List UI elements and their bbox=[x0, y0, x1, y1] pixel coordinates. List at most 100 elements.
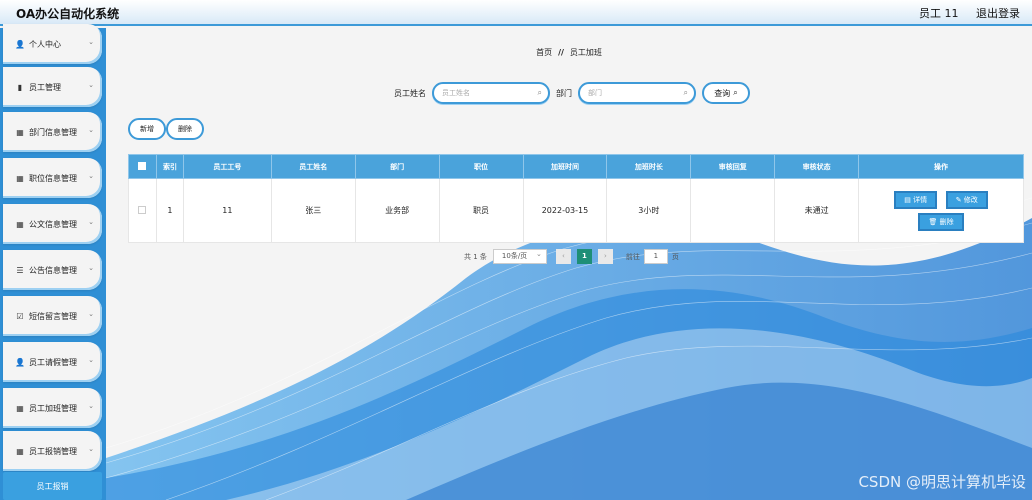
sidebar-item-leave[interactable]: 👤 员工请假管理 ⌄ bbox=[3, 342, 102, 382]
grid-icon: ▦ bbox=[16, 403, 24, 413]
cell-review-reply bbox=[690, 178, 776, 243]
cell-department: 业务部 bbox=[354, 178, 440, 243]
cell-overtime-duration: 3小时 bbox=[606, 178, 692, 243]
breadcrumb-separator: // bbox=[558, 48, 564, 57]
sidebar-subitem-reimbursement[interactable]: 员工报销 bbox=[3, 472, 102, 500]
sidebar-item-label: 公告信息管理 bbox=[29, 265, 77, 275]
column-header: 加班时长 bbox=[606, 154, 692, 179]
page-number-current[interactable]: 1 bbox=[576, 249, 592, 264]
chevron-down-icon: ⌄ bbox=[88, 310, 94, 318]
total-count: 共 1 条 bbox=[464, 252, 487, 261]
select-all-cell bbox=[128, 154, 157, 179]
column-header: 员工工号 bbox=[182, 154, 272, 179]
goto-page-input[interactable]: 1 bbox=[643, 249, 668, 264]
department-input[interactable]: 部门 ⌕ bbox=[578, 82, 696, 104]
prev-page-button[interactable]: ‹ bbox=[555, 249, 571, 264]
chevron-down-icon: ⌄ bbox=[88, 218, 94, 226]
column-header: 职位 bbox=[438, 154, 524, 179]
sidebar-item-notice[interactable]: ☰ 公告信息管理 ⌄ bbox=[3, 250, 102, 290]
detail-button-label: 详情 bbox=[913, 195, 928, 204]
sidebar-item-message[interactable]: ☑ 短信留言管理 ⌄ bbox=[3, 296, 102, 336]
sidebar-item-label: 短信留言管理 bbox=[29, 311, 77, 321]
cell-position: 职员 bbox=[438, 178, 524, 243]
page-suffix: 页 bbox=[671, 252, 679, 261]
query-button[interactable]: 查询 ⌕ bbox=[702, 82, 750, 104]
cell-employee-no: 11 bbox=[182, 178, 272, 243]
sidebar-item-label: 部门信息管理 bbox=[29, 127, 77, 137]
sidebar-item-label: 个人中心 bbox=[29, 39, 61, 49]
breadcrumb: 首页 // 员工加班 bbox=[106, 47, 1032, 58]
next-page-button[interactable]: › bbox=[597, 249, 613, 264]
user-area: 员工 11 退出登录 bbox=[905, 5, 1020, 21]
sidebar-item-personal-center[interactable]: 👤 个人中心 ⌄ bbox=[3, 24, 102, 64]
column-header: 审核状态 bbox=[774, 154, 860, 179]
detail-button[interactable]: ▤ 详情 bbox=[894, 190, 938, 209]
sidebar-item-position[interactable]: ▦ 职位信息管理 ⌄ bbox=[3, 158, 102, 198]
chevron-down-icon: ⌄ bbox=[88, 38, 94, 46]
column-header: 操作 bbox=[858, 154, 1024, 179]
row-delete-button[interactable]: 🗑 删除 bbox=[918, 212, 964, 231]
grid-icon: ▦ bbox=[16, 219, 24, 229]
chevron-down-icon: ⌄ bbox=[88, 356, 94, 364]
edit-button[interactable]: ✎ 修改 bbox=[945, 190, 988, 209]
logout-link[interactable]: 退出登录 bbox=[976, 7, 1020, 20]
grid-icon: ▦ bbox=[16, 446, 24, 456]
sidebar-item-label: 职位信息管理 bbox=[29, 173, 77, 183]
search-bar: 员工姓名 员工姓名 ⌕ 部门 部门 ⌕ 查询 ⌕ bbox=[394, 82, 750, 104]
column-header: 部门 bbox=[354, 154, 440, 179]
sidebar-item-label: 员工加班管理 bbox=[29, 403, 77, 413]
overtime-table: 索引 员工工号 员工姓名 部门 职位 加班时间 加班时长 审核回复 审核状态 操… bbox=[128, 154, 1024, 243]
column-header: 员工姓名 bbox=[270, 154, 356, 179]
app-title: OA办公自动化系统 bbox=[16, 7, 120, 21]
sidebar-item-label: 员工管理 bbox=[29, 82, 61, 92]
page-size-select[interactable]: 10条/页 bbox=[492, 248, 547, 264]
trash-icon: 🗑 bbox=[928, 217, 940, 226]
user-icon: 👤 bbox=[15, 357, 25, 367]
sidebar-item-label: 公文信息管理 bbox=[29, 219, 77, 229]
goto-label: 前往 bbox=[625, 252, 640, 261]
watermark: CSDN @明思计算机毕设 bbox=[858, 473, 1026, 491]
pagination: 共 1 条 10条/页 ‹ 1 › 前往 1 页 bbox=[464, 248, 679, 264]
table-header-row: 索引 员工工号 员工姓名 部门 职位 加班时间 加班时长 审核回复 审核状态 操… bbox=[128, 154, 1024, 179]
row-delete-button-label: 删除 bbox=[939, 217, 954, 226]
department-placeholder: 部门 bbox=[588, 89, 602, 97]
table-row: 1 11 张三 业务部 职员 2022-03-15 3小时 未通过 ▤ 详情 ✎… bbox=[128, 178, 1024, 243]
list-icon: ☰ bbox=[16, 265, 24, 275]
main-content: 首页//员工加班 员工姓名 员工姓名 ⌕ 部门 部门 ⌕ 查询 ⌕ 新增 删除 … bbox=[106, 28, 1032, 500]
add-button[interactable]: 新增 bbox=[128, 118, 166, 140]
search-icon: ⌕ bbox=[733, 88, 738, 97]
column-header: 索引 bbox=[155, 154, 184, 179]
top-header: OA办公自动化系统 员工 11 退出登录 bbox=[0, 0, 1032, 26]
sidebar-item-overtime[interactable]: ▦ 员工加班管理 ⌄ bbox=[3, 388, 102, 428]
employee-name-placeholder: 员工姓名 bbox=[442, 89, 470, 97]
chevron-down-icon: ⌄ bbox=[88, 81, 94, 89]
edit-icon: ✎ bbox=[955, 195, 964, 204]
breadcrumb-home[interactable]: 首页 bbox=[536, 48, 552, 57]
edit-button-label: 修改 bbox=[963, 195, 978, 204]
row-checkbox[interactable] bbox=[138, 205, 147, 214]
department-label: 部门 bbox=[556, 88, 572, 98]
query-button-label: 查询 bbox=[714, 88, 731, 98]
cell-actions: ▤ 详情 ✎ 修改 🗑 删除 bbox=[858, 178, 1024, 243]
sidebar-item-document[interactable]: ▦ 公文信息管理 ⌄ bbox=[3, 204, 102, 244]
chevron-down-icon: ⌄ bbox=[88, 172, 94, 180]
checkbox-icon: ☑ bbox=[16, 311, 24, 321]
chevron-down-icon: ⌄ bbox=[88, 264, 94, 272]
chevron-down-icon: ⌄ bbox=[88, 126, 94, 134]
sidebar: 👤 个人中心 ⌄ ▮ 员工管理 ⌄ ▦ 部门信息管理 ⌄ ▦ 职位信息管理 ⌄ … bbox=[0, 24, 106, 500]
search-icon: ⌕ bbox=[537, 88, 542, 97]
action-bar: 新增 删除 bbox=[128, 118, 204, 140]
row-select-cell bbox=[128, 178, 157, 243]
select-all-checkbox[interactable] bbox=[138, 161, 147, 170]
employee-name-input[interactable]: 员工姓名 ⌕ bbox=[432, 82, 550, 104]
current-user: 员工 11 bbox=[919, 7, 959, 20]
sidebar-item-employee[interactable]: ▮ 员工管理 ⌄ bbox=[3, 67, 102, 107]
breadcrumb-current: 员工加班 bbox=[569, 48, 602, 57]
sidebar-item-department[interactable]: ▦ 部门信息管理 ⌄ bbox=[3, 112, 102, 152]
grid-icon: ▦ bbox=[16, 173, 24, 183]
chevron-down-icon: ⌄ bbox=[88, 445, 94, 453]
user-icon: 👤 bbox=[15, 39, 25, 49]
sidebar-item-reimbursement[interactable]: ▦ 员工报销管理 ⌄ bbox=[3, 431, 102, 471]
column-header: 审核回复 bbox=[690, 154, 776, 179]
batch-delete-button[interactable]: 删除 bbox=[166, 118, 204, 140]
